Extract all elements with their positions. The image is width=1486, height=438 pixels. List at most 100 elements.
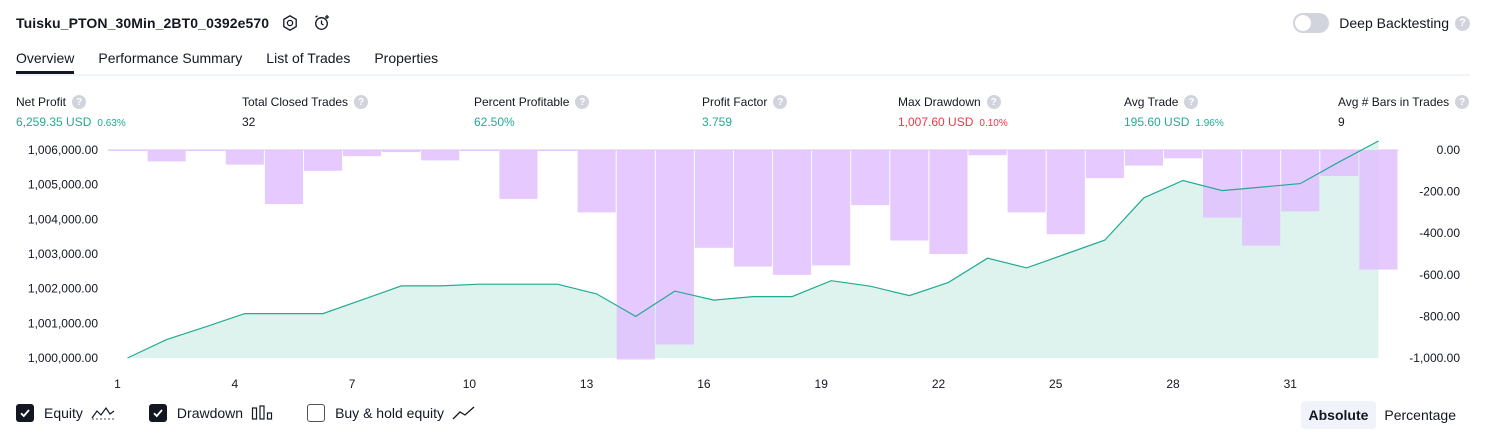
absolute-button[interactable]: Absolute <box>1300 401 1377 429</box>
metric-total-closed-trades: Total Closed Trades? 32 <box>242 94 369 129</box>
info-icon[interactable]: ? <box>575 95 590 109</box>
x-axis-tick-label: 25 <box>1049 377 1063 391</box>
info-icon[interactable]: ? <box>1455 95 1470 109</box>
metric-percent-profitable: Percent Profitable? 62.50% <box>474 94 590 129</box>
left-axis-tick-label: 1,004,000.00 <box>28 212 98 226</box>
drawdown-bar <box>616 150 655 360</box>
drawdown-bar <box>538 150 577 151</box>
avg-trade-label: Avg Trade <box>1124 95 1179 109</box>
percent-profitable-label: Percent Profitable <box>474 95 570 109</box>
x-axis-tick-label: 10 <box>463 377 477 391</box>
x-axis-tick-label: 4 <box>231 377 238 391</box>
deep-backtesting-toggle[interactable] <box>1293 13 1330 33</box>
info-icon[interactable]: ? <box>986 95 1001 109</box>
x-axis-tick-label: 22 <box>932 377 946 391</box>
x-axis-tick-label: 13 <box>580 377 594 391</box>
help-icon[interactable]: ? <box>1455 15 1470 31</box>
x-axis-tick-label: 1 <box>114 377 121 391</box>
drawdown-bar <box>304 150 343 171</box>
percent-profitable-value: 62.50% <box>474 115 515 129</box>
drawdown-bar <box>734 150 773 267</box>
profit-factor-value: 3.759 <box>702 115 733 129</box>
x-axis-tick-label: 16 <box>697 377 711 391</box>
drawdown-bar <box>147 150 186 162</box>
info-icon[interactable]: ? <box>72 95 87 109</box>
buy-hold-checkbox[interactable]: Buy & hold equity <box>307 404 476 422</box>
equity-line-icon <box>91 405 115 421</box>
drawdown-bar <box>264 150 303 205</box>
deep-backtesting-control: Deep Backtesting ? <box>1293 13 1470 33</box>
drawdown-bar <box>577 150 616 213</box>
drawdown-bars-icon <box>251 405 273 421</box>
checkbox-checked-icon <box>16 404 34 422</box>
left-axis-tick-label: 1,003,000.00 <box>28 247 98 261</box>
x-axis-tick-label: 28 <box>1166 377 1180 391</box>
net-profit-value: 6,259.35 USD <box>16 115 92 129</box>
right-axis-tick-label: -400.00 <box>1419 226 1460 240</box>
strategy-title: Tuisku_PTON_30Min_2BT0_0392e570 <box>16 15 270 31</box>
profit-factor-label: Profit Factor <box>702 95 768 109</box>
metric-profit-factor: Profit Factor? 3.759 <box>702 94 788 129</box>
chart-legend: Equity Drawdown Buy & hold equity <box>16 404 510 422</box>
value-mode-switch: Absolute Percentage <box>1300 401 1465 429</box>
drawdown-bar <box>812 150 851 266</box>
drawdown-label: Drawdown <box>176 405 244 421</box>
drawdown-checkbox[interactable]: Drawdown <box>148 404 273 422</box>
avg-trade-value: 195.60 USD <box>1124 115 1190 129</box>
drawdown-bar <box>1242 150 1281 246</box>
drawdown-bar <box>968 150 1007 156</box>
equity-checkbox[interactable]: Equity <box>16 404 115 422</box>
x-axis-tick-label: 7 <box>349 377 356 391</box>
right-axis-tick-label: -600.00 <box>1419 268 1460 282</box>
equity-drawdown-chart[interactable]: 1,000,000.00 1,001,000.00 1,002,000.00 1,00… <box>0 140 1486 398</box>
info-icon[interactable]: ? <box>354 95 369 109</box>
buy-hold-label: Buy & hold equity <box>335 405 445 421</box>
drawdown-bar <box>460 150 499 151</box>
info-icon[interactable]: ? <box>1184 95 1199 109</box>
avg-bars-label: Avg # Bars in Trades <box>1338 95 1450 109</box>
checkbox-checked-icon <box>148 404 167 422</box>
drawdown-bar <box>499 150 538 199</box>
left-axis-tick-label: 1,001,000.00 <box>28 316 98 330</box>
left-axis-tick-label: 1,005,000.00 <box>28 178 98 192</box>
percentage-button[interactable]: Percentage <box>1376 401 1464 429</box>
left-axis-tick-label: 1,000,000.00 <box>28 351 98 365</box>
right-axis-tick-label: -1,000.00 <box>1409 351 1460 365</box>
x-axis-tick-label: 31 <box>1284 377 1298 391</box>
drawdown-bar <box>1007 150 1046 213</box>
drawdown-bar <box>655 150 694 345</box>
tab-overview[interactable]: Overview <box>16 48 75 74</box>
total-closed-trades-value: 32 <box>242 115 256 129</box>
drawdown-bar <box>108 150 147 151</box>
drawdown-bar <box>1046 150 1085 235</box>
drawdown-bar <box>382 150 421 153</box>
tab-list-of-trades[interactable]: List of Trades <box>266 48 350 74</box>
net-profit-label: Net Profit <box>16 95 67 109</box>
tab-properties[interactable]: Properties <box>374 48 438 74</box>
metric-max-drawdown: Max Drawdown? 1,007.60 USD 0.10% <box>898 94 1008 129</box>
max-drawdown-percent: 0.10% <box>979 118 1008 129</box>
drawdown-bar <box>1085 150 1124 179</box>
info-icon[interactable]: ? <box>773 95 788 109</box>
drawdown-bar <box>1359 150 1398 270</box>
max-drawdown-value: 1,007.60 USD <box>898 115 974 129</box>
drawdown-bar <box>225 150 264 165</box>
metric-net-profit: Net Profit? 6,259.35 USD 0.63% <box>16 94 126 129</box>
add-alert-icon[interactable] <box>311 12 333 34</box>
tab-bar: Overview Performance Summary List of Tra… <box>16 48 1470 76</box>
metric-avg-trade: Avg Trade? 195.60 USD 1.96% <box>1124 94 1224 129</box>
drawdown-bar <box>890 150 929 241</box>
settings-icon[interactable] <box>279 12 301 34</box>
right-axis-tick-label: 0.00 <box>1437 143 1461 157</box>
x-axis-tick-label: 19 <box>815 377 829 391</box>
total-closed-trades-label: Total Closed Trades <box>242 95 349 109</box>
drawdown-bar <box>1320 150 1359 176</box>
left-axis-tick-label: 1,002,000.00 <box>28 282 98 296</box>
drawdown-bar <box>421 150 460 161</box>
drawdown-bar <box>343 150 382 157</box>
report-header: Tuisku_PTON_30Min_2BT0_0392e570 <box>16 12 333 34</box>
equity-label: Equity <box>44 405 83 421</box>
drawdown-bar <box>694 150 733 248</box>
tab-performance-summary[interactable]: Performance Summary <box>98 48 242 74</box>
drawdown-bar <box>929 150 968 254</box>
